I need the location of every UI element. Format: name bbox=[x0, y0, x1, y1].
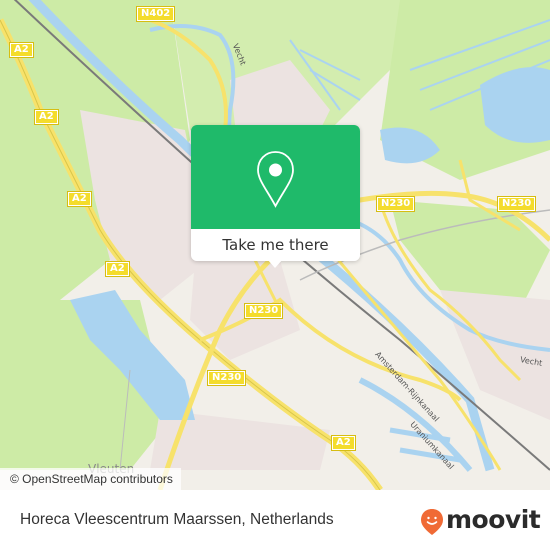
road-shield-a2: A2 bbox=[9, 42, 34, 58]
location-popup: Take me there bbox=[191, 125, 360, 268]
popup-header bbox=[191, 125, 360, 229]
moovit-wordmark: moovit bbox=[446, 505, 541, 534]
popup-pointer bbox=[267, 259, 283, 268]
take-me-there-button[interactable]: Take me there bbox=[191, 229, 360, 261]
road-shield-a2: A2 bbox=[105, 261, 130, 277]
road-shield-n230: N230 bbox=[206, 370, 247, 386]
moovit-logo[interactable]: moovit bbox=[420, 505, 541, 536]
road-shield-a2: A2 bbox=[331, 435, 356, 451]
map-attribution[interactable]: © OpenStreetMap contributors bbox=[0, 468, 181, 490]
road-shield-a2: A2 bbox=[34, 109, 59, 125]
road-shield-n230: N230 bbox=[243, 303, 284, 319]
road-shield-n230: N230 bbox=[375, 196, 416, 212]
moovit-pin-icon bbox=[421, 509, 443, 535]
map-pin-icon bbox=[257, 151, 294, 208]
road-shield-n402: N402 bbox=[135, 6, 176, 22]
place-name: Horeca Vleescentrum Maarssen, Netherland… bbox=[20, 511, 334, 528]
road-shield-n230: N230 bbox=[496, 196, 537, 212]
road-shield-a2: A2 bbox=[67, 191, 92, 207]
map-view[interactable]: N402 A2 A2 A2 A2 N230 N230 N230 N230 A2 … bbox=[0, 0, 550, 490]
